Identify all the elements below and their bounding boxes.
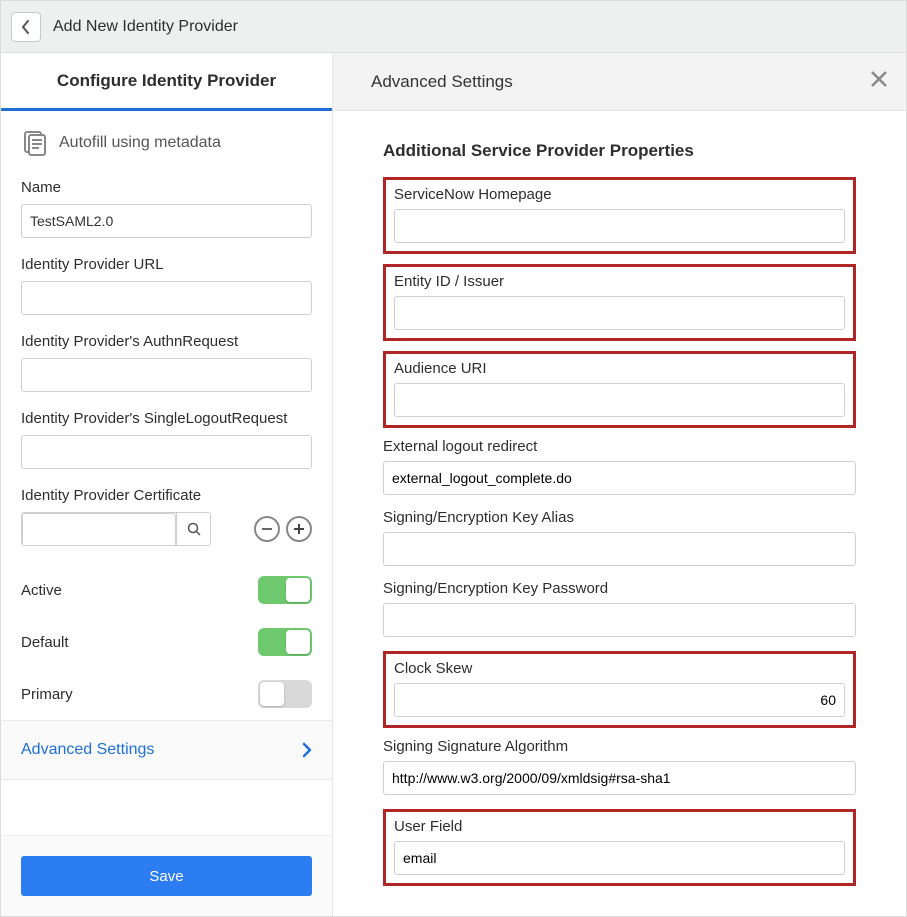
plus-icon — [293, 523, 305, 535]
key-alias-input[interactable] — [383, 532, 856, 566]
key-alias-label: Signing/Encryption Key Alias — [383, 509, 856, 526]
authn-input[interactable] — [21, 358, 312, 392]
primary-toggle[interactable] — [258, 680, 312, 708]
audience-input[interactable] — [394, 383, 845, 417]
field-key-pass: Signing/Encryption Key Password — [383, 580, 856, 637]
field-authn: Identity Provider's AuthnRequest — [21, 333, 312, 392]
titlebar: Add New Identity Provider — [1, 1, 906, 53]
cert-row — [21, 512, 312, 546]
back-button[interactable] — [11, 12, 41, 42]
slo-input[interactable] — [21, 435, 312, 469]
search-icon — [187, 522, 201, 536]
entity-label: Entity ID / Issuer — [394, 273, 845, 290]
authn-label: Identity Provider's AuthnRequest — [21, 333, 312, 350]
field-clock-skew: Clock Skew — [383, 651, 856, 728]
section-title: Additional Service Provider Properties — [383, 141, 856, 161]
chevron-right-icon — [302, 742, 312, 758]
user-field-input[interactable] — [394, 841, 845, 875]
user-field-label: User Field — [394, 818, 845, 835]
slo-label: Identity Provider's SingleLogoutRequest — [21, 410, 312, 427]
cert-label: Identity Provider Certificate — [21, 487, 312, 504]
field-idp-url: Identity Provider URL — [21, 256, 312, 315]
cert-remove-button[interactable] — [254, 516, 280, 542]
autofill-label: Autofill using metadata — [59, 134, 221, 152]
close-button[interactable] — [870, 70, 888, 93]
app-frame: Add New Identity Provider Configure Iden… — [0, 0, 907, 917]
sig-alg-input[interactable] — [383, 761, 856, 795]
field-entity: Entity ID / Issuer — [383, 264, 856, 341]
cert-input-wrap — [21, 512, 211, 546]
audience-label: Audience URI — [394, 360, 845, 377]
field-key-alias: Signing/Encryption Key Alias — [383, 509, 856, 566]
right-panel-body: Additional Service Provider Properties S… — [333, 111, 906, 916]
cert-lookup-button[interactable] — [176, 513, 210, 545]
default-toggle[interactable] — [258, 628, 312, 656]
cert-input[interactable] — [22, 513, 176, 546]
field-slo: Identity Provider's SingleLogoutRequest — [21, 410, 312, 469]
clock-skew-label: Clock Skew — [394, 660, 845, 677]
right-panel: Advanced Settings Additional Service Pro… — [333, 53, 906, 916]
name-input[interactable] — [21, 204, 312, 238]
field-audience: Audience URI — [383, 351, 856, 428]
left-footer: Save — [1, 835, 332, 916]
content: Configure Identity Provider Autofill usi… — [1, 53, 906, 916]
left-panel-header: Configure Identity Provider — [1, 53, 332, 111]
document-icon — [21, 129, 49, 157]
entity-input[interactable] — [394, 296, 845, 330]
primary-label: Primary — [21, 686, 73, 703]
close-icon — [870, 70, 888, 88]
page-title: Add New Identity Provider — [53, 18, 238, 36]
active-toggle[interactable] — [258, 576, 312, 604]
toggle-knob — [286, 630, 310, 654]
left-panel-body: Autofill using metadata Name Identity Pr… — [1, 111, 332, 835]
toggle-row-primary: Primary — [21, 668, 312, 720]
clock-skew-input[interactable] — [394, 683, 845, 717]
cert-add-button[interactable] — [286, 516, 312, 542]
field-ext-logout: External logout redirect — [383, 438, 856, 495]
left-panel: Configure Identity Provider Autofill usi… — [1, 53, 333, 916]
field-cert: Identity Provider Certificate — [21, 487, 312, 546]
toggle-row-default: Default — [21, 616, 312, 668]
idp-url-input[interactable] — [21, 281, 312, 315]
field-user-field: User Field — [383, 809, 856, 886]
default-label: Default — [21, 634, 69, 651]
toggle-knob — [260, 682, 284, 706]
toggle-knob — [286, 578, 310, 602]
right-panel-title: Advanced Settings — [371, 72, 513, 92]
field-homepage: ServiceNow Homepage — [383, 177, 856, 254]
name-label: Name — [21, 179, 312, 196]
field-name: Name — [21, 179, 312, 238]
homepage-input[interactable] — [394, 209, 845, 243]
ext-logout-label: External logout redirect — [383, 438, 856, 455]
key-pass-input[interactable] — [383, 603, 856, 637]
right-panel-header: Advanced Settings — [333, 53, 906, 111]
sig-alg-label: Signing Signature Algorithm — [383, 738, 856, 755]
key-pass-label: Signing/Encryption Key Password — [383, 580, 856, 597]
field-sig-alg: Signing Signature Algorithm — [383, 738, 856, 795]
chevron-left-icon — [21, 20, 31, 34]
active-label: Active — [21, 582, 62, 599]
autofill-metadata-button[interactable]: Autofill using metadata — [21, 129, 312, 157]
toggle-row-active: Active — [21, 564, 312, 616]
homepage-label: ServiceNow Homepage — [394, 186, 845, 203]
advanced-settings-link[interactable]: Advanced Settings — [1, 720, 332, 780]
ext-logout-input[interactable] — [383, 461, 856, 495]
idp-url-label: Identity Provider URL — [21, 256, 312, 273]
save-button[interactable]: Save — [21, 856, 312, 896]
minus-icon — [261, 523, 273, 535]
advanced-settings-label: Advanced Settings — [21, 741, 154, 759]
